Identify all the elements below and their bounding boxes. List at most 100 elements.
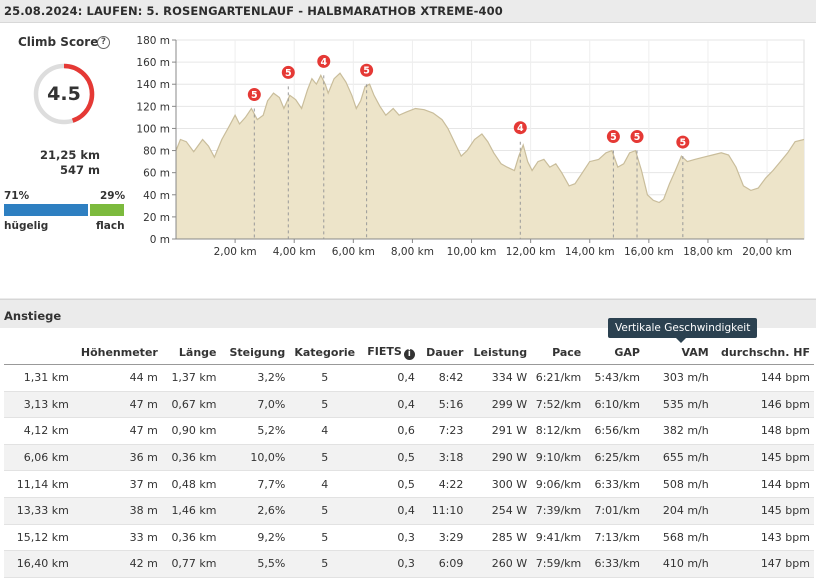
cell-avg-hr: 144 bpm — [712, 470, 814, 498]
cell-avg-hr: 145 bpm — [712, 497, 814, 525]
x-tick-label: 8,00 km — [391, 246, 434, 258]
info-circle-icon[interactable]: i — [403, 348, 415, 360]
col-gap[interactable]: GAP — [585, 340, 644, 365]
elevation-profile-chart[interactable]: 0 m 20 m 40 m 60 m 80 m 100 m 120 m 140 m 160 m 1… — [0, 23, 816, 298]
cell-fiets: 0,4 — [360, 364, 419, 392]
climbs-table-header: Höhenmeter Länge Steigung Kategorie FIET… — [4, 340, 814, 365]
table-row[interactable]: 13,33 km 38 m 1,46 km 2,6% 5 0,4 11:10 254 W 7:3… — [4, 497, 814, 525]
cell-avg-hr: 147 bpm — [712, 550, 814, 578]
x-tick-label: 12,00 km — [506, 246, 556, 258]
cell-category: 5 — [289, 550, 361, 578]
col-fiets[interactable]: FIETS i — [360, 340, 419, 365]
cell-grade: 2,6% — [220, 497, 290, 525]
cell-pace: 9:41/km — [531, 524, 586, 552]
cell-elevation: 38 m — [72, 497, 162, 525]
cell-grade: 10,0% — [220, 444, 290, 472]
cell-duration: 4:22 — [418, 470, 468, 498]
y-tick-label: 0 m — [150, 234, 170, 246]
col-elevation[interactable]: Höhenmeter — [72, 340, 162, 365]
col-fiets-label: FIETS — [367, 344, 402, 358]
climbs-table-body: 1,31 km 44 m 1,37 km 3,2% 5 0,4 8:42 334 W 6:21/… — [4, 364, 814, 578]
y-tick-label: 80 m — [143, 146, 170, 158]
cell-elevation: 42 m — [72, 550, 162, 578]
cell-grade: 9,2% — [220, 524, 290, 552]
cell-power: 254 W — [467, 497, 532, 525]
cell-pace: 7:39/km — [531, 497, 586, 525]
cell-avg-hr: 148 bpm — [712, 417, 814, 445]
cell-category: 4 — [289, 470, 361, 498]
vam-tooltip: Vertikale Geschwindigkeit — [608, 318, 758, 343]
x-tick-label: 6,00 km — [332, 246, 375, 258]
x-tick-label: 4,00 km — [273, 246, 316, 258]
cell-avg-hr: 144 bpm — [712, 364, 814, 392]
cell-category: 5 — [289, 391, 361, 419]
cell-elevation: 37 m — [72, 470, 162, 498]
col-vam[interactable]: VAM — [643, 340, 713, 365]
x-tick-label: 16,00 km — [624, 246, 674, 258]
cell-category: 5 — [289, 364, 361, 392]
cell-grade: 3,2% — [220, 364, 290, 392]
col-pace[interactable]: Pace — [531, 340, 586, 365]
col-length[interactable]: Länge — [161, 340, 221, 365]
cell-grade: 7,0% — [220, 391, 290, 419]
table-row[interactable]: 1,31 km 44 m 1,37 km 3,2% 5 0,4 8:42 334 W 6:21/… — [4, 364, 814, 392]
cell-elevation: 47 m — [72, 417, 162, 445]
cell-length: 0,77 km — [161, 550, 221, 578]
y-tick-label: 180 m — [136, 35, 170, 47]
cell-start: 1,31 km — [4, 364, 73, 392]
col-grade[interactable]: Steigung — [220, 340, 290, 365]
y-tick-label: 60 m — [143, 168, 170, 180]
col-start[interactable] — [4, 340, 73, 365]
cell-pace: 8:12/km — [531, 417, 586, 445]
climb-marker-category: 5 — [363, 66, 370, 77]
cell-vam: 655 m/h — [643, 444, 713, 472]
climb-marker-category: 5 — [251, 90, 258, 101]
cell-avg-hr: 146 bpm — [712, 391, 814, 419]
table-row[interactable]: 16,40 km 42 m 0,77 km 5,5% 5 0,3 6:09 260 W 7:59… — [4, 550, 814, 578]
cell-length: 0,90 km — [161, 417, 221, 445]
cell-vam: 303 m/h — [643, 364, 713, 392]
cell-duration: 5:16 — [418, 391, 468, 419]
table-row[interactable]: 4,12 km 47 m 0,90 km 5,2% 4 0,6 7:23 291 W 8:12/… — [4, 417, 814, 445]
col-avg-hr[interactable]: durchschn. HF — [712, 340, 814, 365]
cell-length: 0,36 km — [161, 444, 221, 472]
cell-pace: 9:10/km — [531, 444, 586, 472]
cell-start: 16,40 km — [4, 550, 73, 578]
activity-title: 25.08.2024: LAUFEN: 5. ROSENGARTENLAUF -… — [4, 4, 503, 18]
col-duration[interactable]: Dauer — [418, 340, 468, 365]
cell-power: 334 W — [467, 364, 532, 392]
cell-duration: 8:42 — [418, 364, 468, 392]
y-tick-label: 20 m — [143, 212, 170, 224]
cell-start: 6,06 km — [4, 444, 73, 472]
cell-grade: 5,5% — [220, 550, 290, 578]
cell-grade: 5,2% — [220, 417, 290, 445]
climbs-section-title: Anstiege — [4, 309, 62, 323]
cell-vam: 204 m/h — [643, 497, 713, 525]
cell-duration: 3:29 — [418, 524, 468, 552]
cell-category: 5 — [289, 524, 361, 552]
climb-marker-category: 5 — [680, 138, 687, 149]
cell-gap: 6:10/km — [585, 391, 644, 419]
col-power[interactable]: Leistung — [467, 340, 532, 365]
table-row[interactable]: 11,14 km 37 m 0,48 km 7,7% 4 0,5 4:22 300 W 9:06… — [4, 470, 814, 498]
table-row[interactable]: 3,13 km 47 m 0,67 km 7,0% 5 0,4 5:16 299 W 7:52/… — [4, 391, 814, 419]
cell-pace: 7:52/km — [531, 391, 586, 419]
y-tick-label: 160 m — [136, 57, 170, 69]
cell-power: 260 W — [467, 550, 532, 578]
cell-fiets: 0,4 — [360, 391, 419, 419]
table-row[interactable]: 6,06 km 36 m 0,36 km 10,0% 5 0,5 3:18 290 W 9:10… — [4, 444, 814, 472]
cell-gap: 6:56/km — [585, 417, 644, 445]
cell-elevation: 33 m — [72, 524, 162, 552]
cell-category: 4 — [289, 417, 361, 445]
cell-power: 285 W — [467, 524, 532, 552]
table-row[interactable]: 15,12 km 33 m 0,36 km 9,2% 5 0,3 3:29 285 W 9:41… — [4, 524, 814, 552]
climb-marker-category: 4 — [517, 123, 524, 134]
cell-pace: 9:06/km — [531, 470, 586, 498]
y-tick-label: 40 m — [143, 190, 170, 202]
x-tick-label: 10,00 km — [447, 246, 497, 258]
cell-fiets: 0,6 — [360, 417, 419, 445]
cell-length: 1,46 km — [161, 497, 221, 525]
cell-duration: 7:23 — [418, 417, 468, 445]
cell-category: 5 — [289, 497, 361, 525]
col-category[interactable]: Kategorie — [289, 340, 361, 365]
